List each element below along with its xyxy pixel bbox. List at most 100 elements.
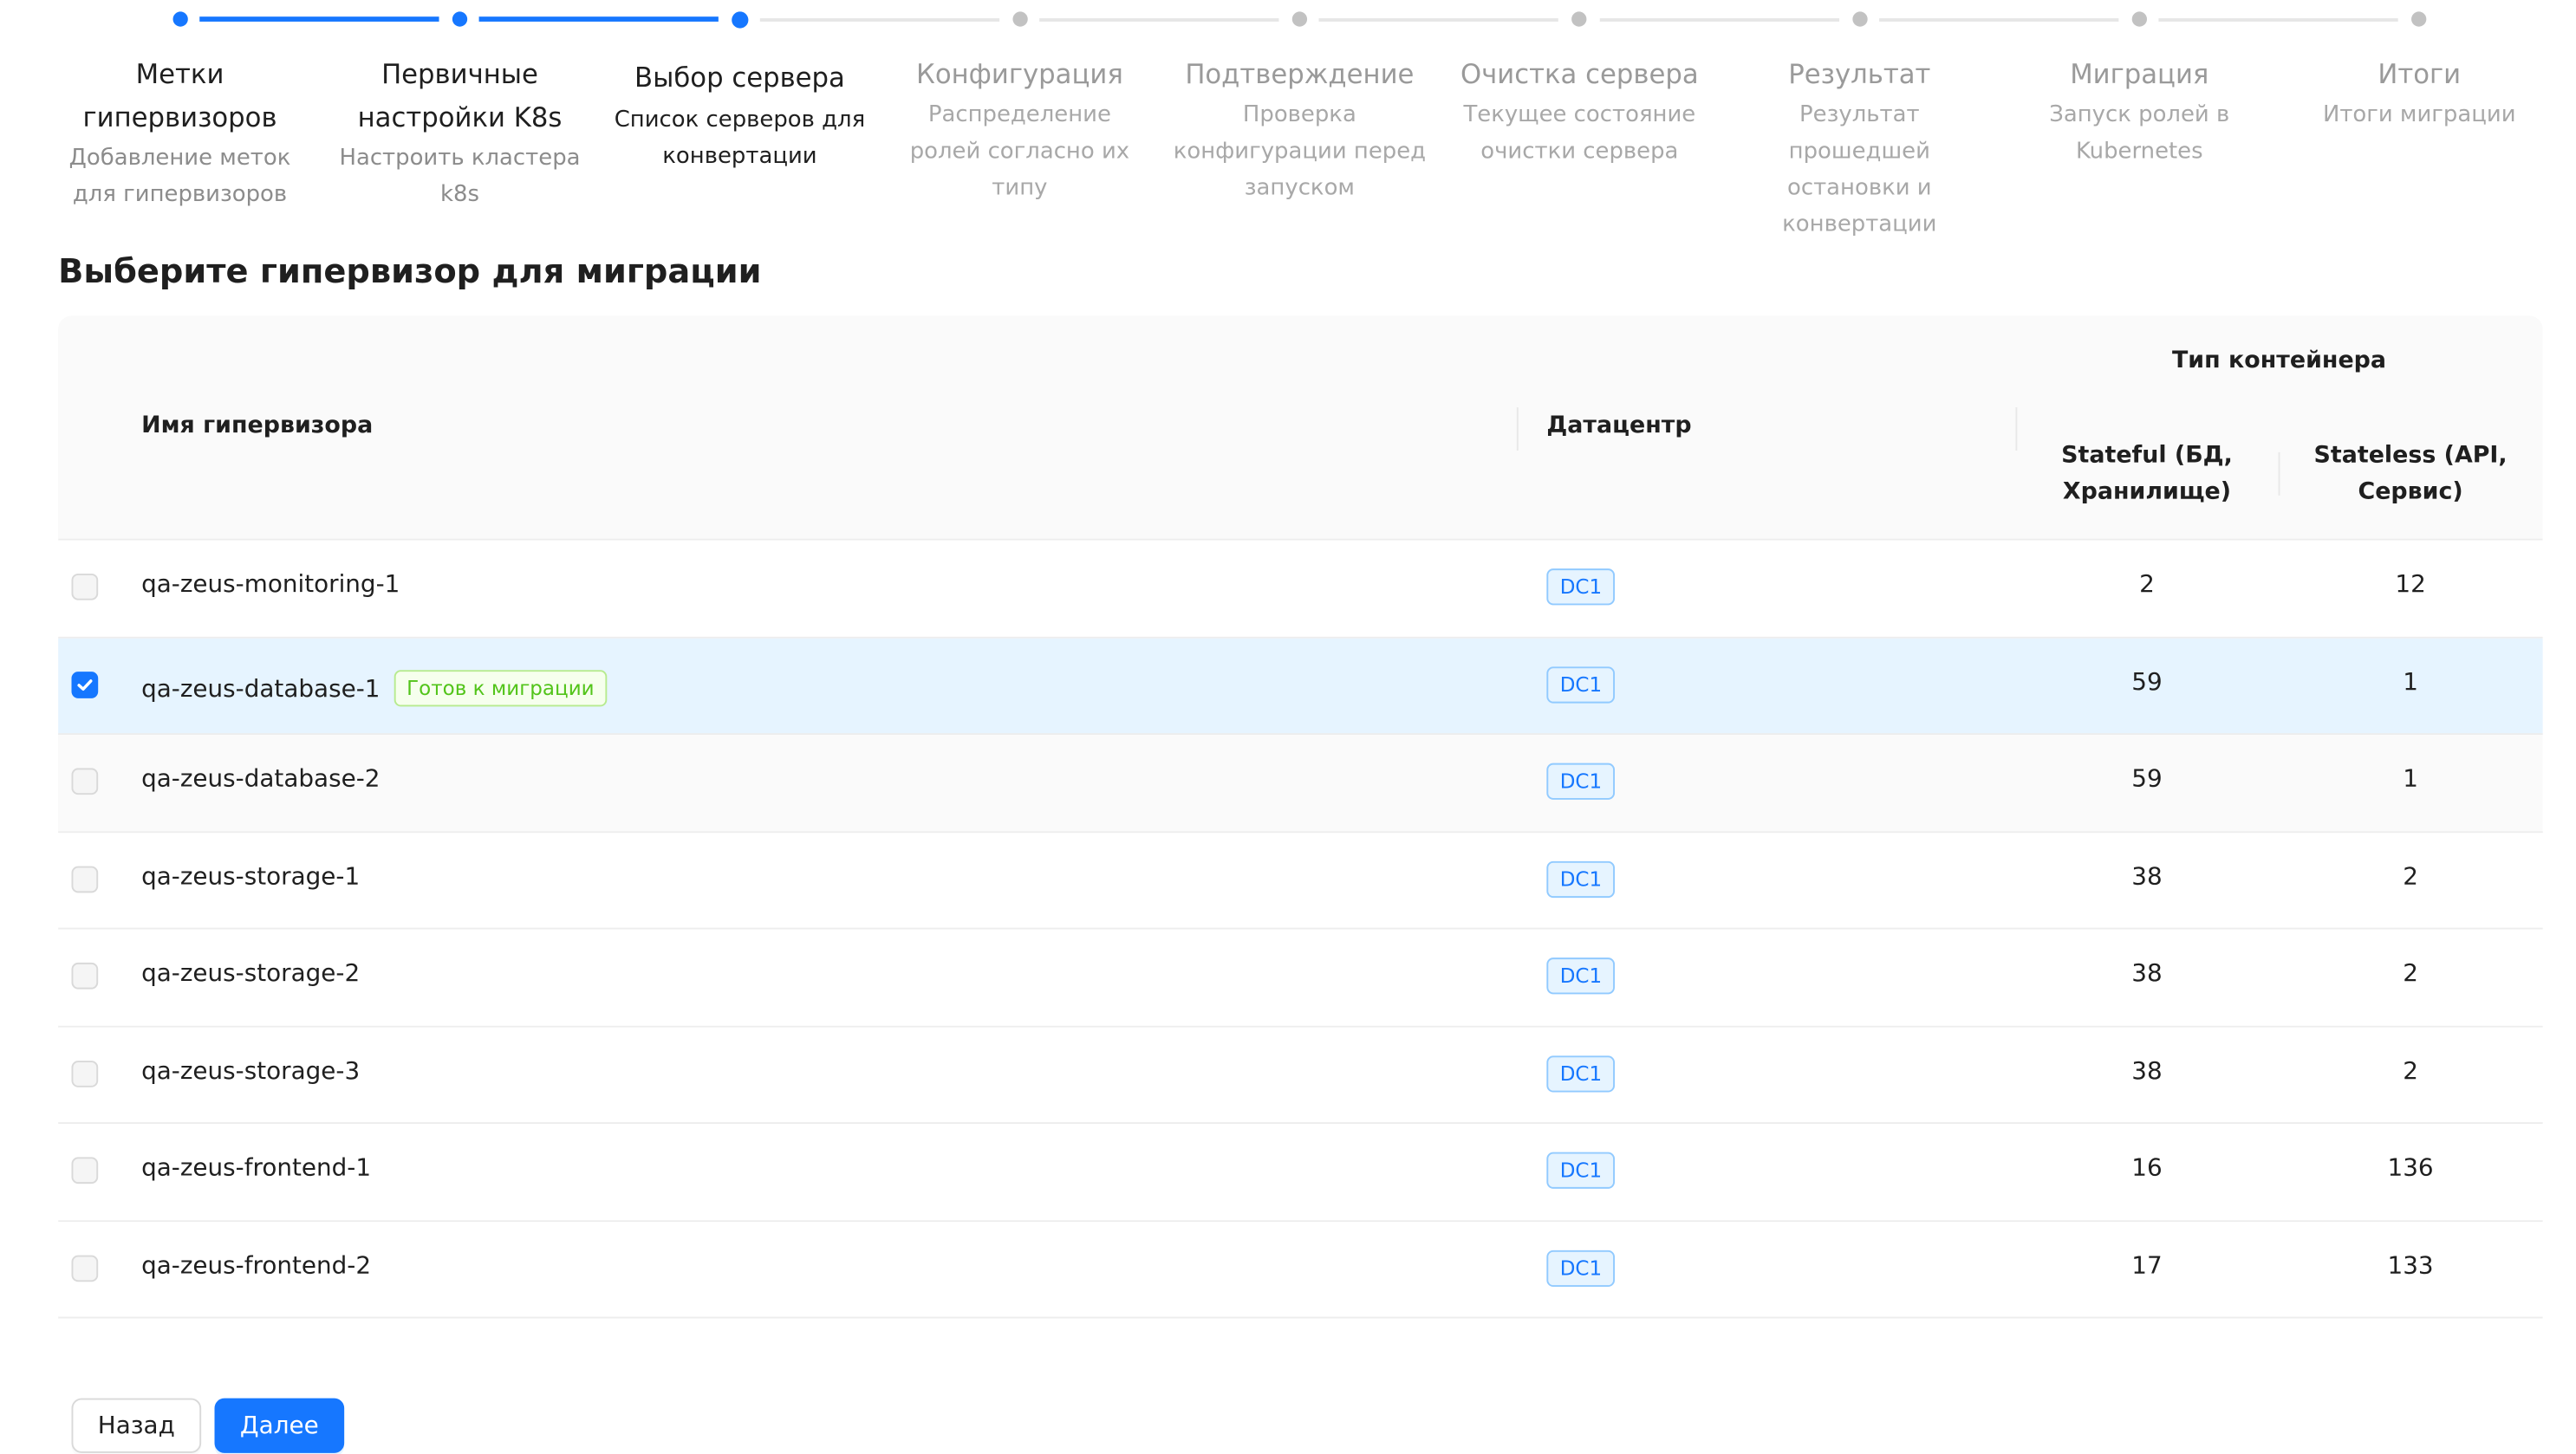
step-item[interactable]: Выбор сервера Список серверов для конверт… <box>600 0 999 174</box>
step-dot <box>2411 11 2427 27</box>
step-item[interactable]: Очистка сервера Текущее состояние очистки… <box>1440 0 1839 170</box>
step-title: Выбор сервера <box>634 61 845 94</box>
step-description: Проверка конфигурации перед запуском <box>1173 101 1427 202</box>
hypervisor-name-text: qa-zeus-database-1 <box>141 675 381 703</box>
step-description: Распределение ролей согласно их типу <box>909 101 1130 202</box>
row-checkbox[interactable] <box>71 1254 99 1282</box>
stateful-count: 16 <box>2131 1155 2163 1183</box>
column-header-stateful[interactable]: Stateful (БД, Хранилище) <box>2015 438 2278 510</box>
table-row[interactable]: qa-zeus-monitoring-1 DC1 2 12 <box>58 540 2543 638</box>
step-dot <box>1012 11 1028 27</box>
stateful-count: 17 <box>2131 1252 2163 1280</box>
step-item[interactable]: Конфигурация Распределение ролей согласно… <box>880 0 1279 206</box>
steps-navigation: Метки гипервизоров Добавление меток для г… <box>40 0 2560 250</box>
column-header-name[interactable]: Имя гипервизора <box>141 412 373 439</box>
step-title: Итоги <box>2378 58 2462 90</box>
stateless-count: 1 <box>2403 766 2418 794</box>
table-row[interactable]: qa-zeus-storage-1 DC1 38 2 <box>58 832 2543 930</box>
step-dot <box>2131 11 2147 27</box>
stateful-count: 38 <box>2131 960 2163 988</box>
step-title: Очистка сервера <box>1460 58 1699 90</box>
hypervisor-name-text: qa-zeus-storage-3 <box>141 1058 361 1085</box>
table-header: Имя гипервизора Датацентр Тип контейнера… <box>58 315 2543 541</box>
hypervisor-name: qa-zeus-monitoring-1 <box>141 572 400 599</box>
stateless-count: 136 <box>2387 1155 2434 1183</box>
datacenter-tag: DC1 <box>1546 568 1616 606</box>
column-header-stateless[interactable]: Stateless (API, Сервис) <box>2279 438 2543 510</box>
table-row[interactable]: qa-zeus-database-1 Готов к миграции DC1 5… <box>58 637 2543 736</box>
step-title: Миграция <box>2070 58 2209 90</box>
step-item[interactable]: Подтверждение Проверка конфигурации перед… <box>1160 0 1559 206</box>
step-title: Метки гипервизоров <box>82 58 277 133</box>
step-description: Настроить кластера k8s <box>339 144 581 208</box>
step-dot <box>1291 11 1308 27</box>
stateful-count: 59 <box>2131 669 2163 696</box>
step-item[interactable]: Метки гипервизоров Добавление меток для г… <box>40 0 439 213</box>
stateful-count: 38 <box>2131 1058 2163 1085</box>
step-dot <box>1851 11 1867 27</box>
hypervisor-name: qa-zeus-database-1 Готов к миграции <box>141 669 608 706</box>
datacenter-tag: DC1 <box>1546 1152 1616 1189</box>
row-checkbox[interactable] <box>71 671 99 698</box>
hypervisor-table: Имя гипервизора Датацентр Тип контейнера… <box>58 315 2543 1319</box>
stateless-count: 1 <box>2403 669 2418 696</box>
step-item[interactable]: Миграция Запуск ролей в Kubernetes <box>2000 0 2399 170</box>
datacenter-tag: DC1 <box>1546 957 1616 995</box>
step-dot <box>452 11 468 27</box>
hypervisor-name-text: qa-zeus-monitoring-1 <box>141 572 400 599</box>
table-row[interactable]: qa-zeus-storage-3 DC1 38 2 <box>58 1026 2543 1125</box>
hypervisor-name-text: qa-zeus-storage-2 <box>141 960 361 988</box>
stateless-count: 2 <box>2403 960 2418 988</box>
step-description: Текущее состояние очистки сервера <box>1463 101 1696 165</box>
table-row[interactable]: qa-zeus-storage-2 DC1 38 2 <box>58 929 2543 1027</box>
row-checkbox[interactable] <box>71 865 99 893</box>
step-description: Добавление меток для гипервизоров <box>68 144 291 208</box>
check-icon <box>77 678 93 691</box>
step-description: Запуск ролей в Kubernetes <box>2049 101 2230 165</box>
hypervisor-name: qa-zeus-database-2 <box>141 767 380 794</box>
table-row[interactable]: qa-zeus-database-2 DC1 59 1 <box>58 735 2543 833</box>
page-title: Выберите гипервизор для миграции <box>58 250 762 291</box>
stateless-count: 2 <box>2403 863 2418 891</box>
hypervisor-name-text: qa-zeus-frontend-2 <box>141 1252 372 1280</box>
next-button[interactable]: Далее <box>214 1398 345 1453</box>
datacenter-tag: DC1 <box>1546 1055 1616 1092</box>
step-description: Итоги миграции <box>2322 101 2516 128</box>
step-title: Подтверждение <box>1185 58 1415 90</box>
column-header-container-type: Тип контейнера <box>2171 347 2387 374</box>
step-title: Конфигурация <box>916 58 1123 90</box>
row-checkbox[interactable] <box>71 573 99 600</box>
datacenter-tag: DC1 <box>1546 763 1616 800</box>
datacenter-tag: DC1 <box>1546 665 1616 703</box>
column-divider <box>1516 407 1519 451</box>
stateful-count: 38 <box>2131 863 2163 891</box>
table-body: qa-zeus-monitoring-1 DC1 2 12 qa-zeus-da… <box>58 540 2543 1319</box>
stateful-count: 2 <box>2139 572 2155 599</box>
row-checkbox[interactable] <box>71 1157 99 1185</box>
stateless-count: 12 <box>2395 572 2426 599</box>
row-checkbox[interactable] <box>71 768 99 795</box>
row-checkbox[interactable] <box>71 1060 99 1087</box>
step-item[interactable]: Первичные настройки K8s Настроить кластер… <box>320 0 719 213</box>
table-row[interactable]: qa-zeus-frontend-2 DC1 17 133 <box>58 1221 2543 1319</box>
step-dot <box>731 10 749 28</box>
hypervisor-name: qa-zeus-storage-1 <box>141 864 360 891</box>
step-title: Первичные настройки K8s <box>357 58 563 133</box>
step-title: Результат <box>1788 58 1931 90</box>
step-item[interactable]: Итоги Итоги миграции <box>2280 0 2560 133</box>
hypervisor-name-text: qa-zeus-storage-1 <box>141 863 361 891</box>
row-checkbox[interactable] <box>71 962 99 990</box>
stateful-count: 59 <box>2131 766 2163 794</box>
column-header-datacenter[interactable]: Датацентр <box>1546 412 1691 439</box>
hypervisor-name-text: qa-zeus-frontend-1 <box>141 1155 372 1183</box>
stateless-count: 2 <box>2403 1058 2418 1085</box>
hypervisor-name-text: qa-zeus-database-2 <box>141 766 381 794</box>
hypervisor-name: qa-zeus-frontend-1 <box>141 1155 371 1182</box>
datacenter-tag: DC1 <box>1546 1249 1616 1287</box>
step-description: Список серверов для конвертации <box>614 106 866 170</box>
ready-status-tag: Готов к миграции <box>393 669 608 706</box>
step-item[interactable]: Результат Результат прошедшей остановки и… <box>1720 0 2119 243</box>
back-button[interactable]: Назад <box>71 1398 202 1453</box>
hypervisor-name: qa-zeus-storage-2 <box>141 961 360 988</box>
table-row[interactable]: qa-zeus-frontend-1 DC1 16 136 <box>58 1124 2543 1222</box>
